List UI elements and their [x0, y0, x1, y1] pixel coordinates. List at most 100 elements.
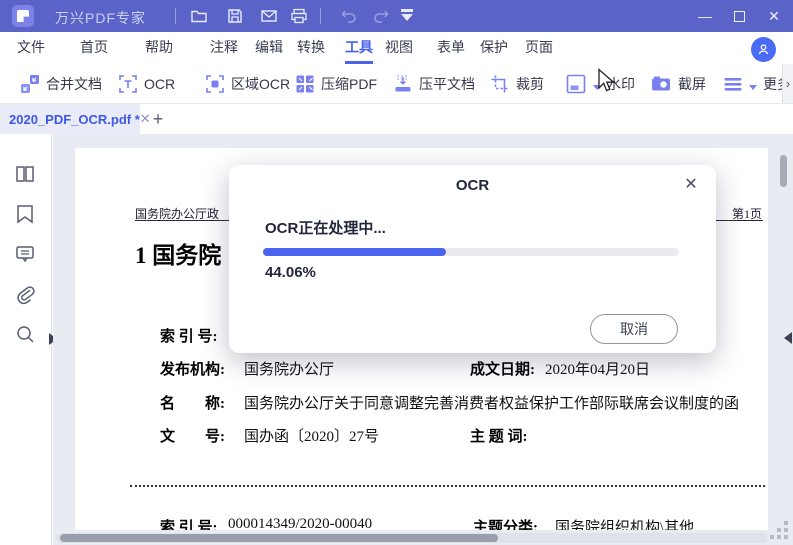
progress-percent: 44.06%: [265, 264, 316, 281]
field-value: 国务院办公厅关于同意调整完善消费者权益保护工作部际联席会议制度的函: [244, 396, 740, 412]
doc-field-row: 索 引 号: 000014349/2020-00040 主题分类: 国务院组织机…: [160, 516, 694, 530]
new-tab-button[interactable]: +: [146, 107, 170, 131]
search-icon[interactable]: [14, 323, 36, 345]
area-ocr-icon: [205, 74, 225, 94]
field-label: 名 称:: [160, 396, 225, 412]
field-value: 国务院办公厅: [244, 362, 335, 378]
field-label: 索 引 号:: [160, 329, 218, 345]
attachments-icon[interactable]: [14, 283, 36, 305]
field-label: 发布机构:: [160, 362, 225, 378]
bookmarks-icon[interactable]: [14, 203, 36, 225]
tabbar: 2020_PDF_OCR.pdf * ✕ +: [0, 104, 793, 134]
toolbar-label: 截屏: [678, 75, 706, 92]
toolbar-overflow-chevron[interactable]: ›: [782, 64, 793, 103]
open-file-icon[interactable]: [190, 7, 208, 25]
save-icon[interactable]: [226, 7, 244, 25]
mouse-cursor: [598, 68, 616, 92]
doc-dotted-divider: [130, 485, 765, 487]
horizontal-scrollbar-thumb[interactable]: [60, 534, 498, 542]
toolbar-label: 压缩PDF: [321, 75, 377, 92]
compress-pdf-icon: [295, 74, 315, 94]
collapse-toolbar-icon[interactable]: [400, 9, 414, 23]
merge-documents-icon: [20, 74, 40, 94]
menu-comment[interactable]: 注释: [210, 33, 238, 64]
doc-field-row: 索 引 号:: [160, 325, 218, 346]
right-panel-expand-handle[interactable]: [784, 332, 792, 344]
dialog-close-icon[interactable]: ✕: [681, 174, 701, 194]
maximize-button[interactable]: [722, 0, 756, 32]
flatten-document-button[interactable]: 压平文档: [393, 64, 475, 103]
app-title: 万兴PDF专家: [55, 10, 146, 26]
resize-grip-icon[interactable]: [770, 521, 791, 542]
field-label: 主 题 词:: [470, 429, 528, 445]
crop-button[interactable]: 裁剪: [490, 64, 544, 103]
app-window: 万兴PDF专家 — ✕ 文件 首页 帮助 注释 编辑 转换 工具 视图 表单 保…: [0, 0, 793, 545]
field-value: 2020年04月20日: [545, 362, 651, 378]
flatten-document-icon: [393, 74, 413, 94]
progress-bar-fill: [263, 248, 447, 256]
close-button[interactable]: ✕: [757, 0, 791, 32]
watermark-icon: [565, 73, 587, 95]
menu-view[interactable]: 视图: [385, 33, 413, 64]
screenshot-button[interactable]: 截屏: [650, 64, 706, 103]
vertical-scrollbar-thumb[interactable]: [780, 155, 787, 187]
menu-page[interactable]: 页面: [525, 33, 553, 64]
screenshot-icon: [650, 73, 672, 95]
minimize-button[interactable]: —: [688, 0, 722, 32]
menubar: 文件 首页 帮助 注释 编辑 转换 工具 视图 表单 保护 页面: [0, 32, 793, 64]
ocr-dialog: OCR ✕ OCR正在处理中... 44.06% 取消: [229, 165, 716, 353]
field-label: 主题分类:: [473, 520, 538, 530]
compress-pdf-button[interactable]: 压缩PDF: [295, 64, 377, 103]
doc-heading: 1 国务院: [135, 243, 222, 268]
tab-title: 2020_PDF_OCR.pdf *: [9, 111, 140, 127]
ocr-icon: [118, 74, 138, 94]
field-label: 成文日期:: [470, 362, 535, 378]
titlebar-separator: [175, 8, 176, 24]
menu-edit[interactable]: 编辑: [255, 33, 283, 64]
titlebar: 万兴PDF专家 — ✕: [0, 0, 793, 32]
menu-form[interactable]: 表单: [437, 33, 465, 64]
comments-icon[interactable]: [14, 243, 36, 265]
user-avatar[interactable]: [751, 37, 776, 62]
progress-bar: [263, 248, 679, 256]
ocr-button[interactable]: OCR: [118, 64, 175, 103]
toolbar-label: 裁剪: [516, 75, 544, 92]
crop-icon: [490, 74, 510, 94]
toolbar-label: 压平文档: [419, 75, 475, 92]
field-value: 国务院组织机构\其他: [555, 520, 695, 530]
menu-help[interactable]: 帮助: [145, 33, 173, 64]
field-label: 文 号:: [160, 429, 225, 445]
document-tab[interactable]: 2020_PDF_OCR.pdf * ✕: [0, 104, 151, 134]
dialog-title: OCR: [455, 177, 490, 194]
toolbar-label: 合并文档: [46, 75, 102, 92]
field-value: 000014349/2020-00040: [228, 516, 373, 530]
print-icon[interactable]: [290, 7, 308, 25]
field-label: 索 引 号:: [160, 520, 218, 530]
more-tools-button[interactable]: 更多: [723, 64, 788, 103]
page-thumbnails-icon[interactable]: [14, 163, 36, 185]
hamburger-menu-icon: [723, 74, 743, 94]
merge-documents-button[interactable]: 合并文档: [20, 64, 102, 103]
cancel-button[interactable]: 取消: [590, 314, 678, 344]
doc-field-row: 发布机构: 国务院办公厅 成文日期: 2020年04月20日: [160, 358, 650, 379]
toolbar: 合并文档 OCR 区域OCR 压缩PDF 压平文档 裁剪 水印 截屏 更 ›: [0, 64, 793, 104]
area-ocr-button[interactable]: 区域OCR: [205, 64, 290, 103]
doc-field-row: 文 号: 国办函〔2020〕27号 主 题 词:: [160, 425, 528, 446]
toolbar-label: OCR: [144, 75, 176, 92]
email-icon[interactable]: [260, 7, 278, 25]
undo-icon[interactable]: [340, 7, 358, 25]
redo-icon[interactable]: [372, 7, 390, 25]
field-value: 国办函〔2020〕27号: [244, 429, 380, 445]
toolbar-label: 区域OCR: [231, 75, 291, 92]
titlebar-separator: [320, 8, 321, 24]
left-sidebar: [0, 134, 52, 545]
ocr-status-text: OCR正在处理中...: [265, 220, 386, 237]
menu-home[interactable]: 首页: [80, 33, 108, 64]
app-logo-icon: [12, 5, 34, 27]
menu-convert[interactable]: 转换: [297, 33, 325, 64]
more-tools-caret[interactable]: [749, 85, 757, 90]
menu-file[interactable]: 文件: [17, 33, 45, 64]
doc-field-row: 名 称: 国务院办公厅关于同意调整完善消费者权益保护工作部际联席会议制度的函: [160, 392, 739, 413]
menu-tools[interactable]: 工具: [345, 33, 373, 64]
menu-protect[interactable]: 保护: [480, 33, 508, 64]
